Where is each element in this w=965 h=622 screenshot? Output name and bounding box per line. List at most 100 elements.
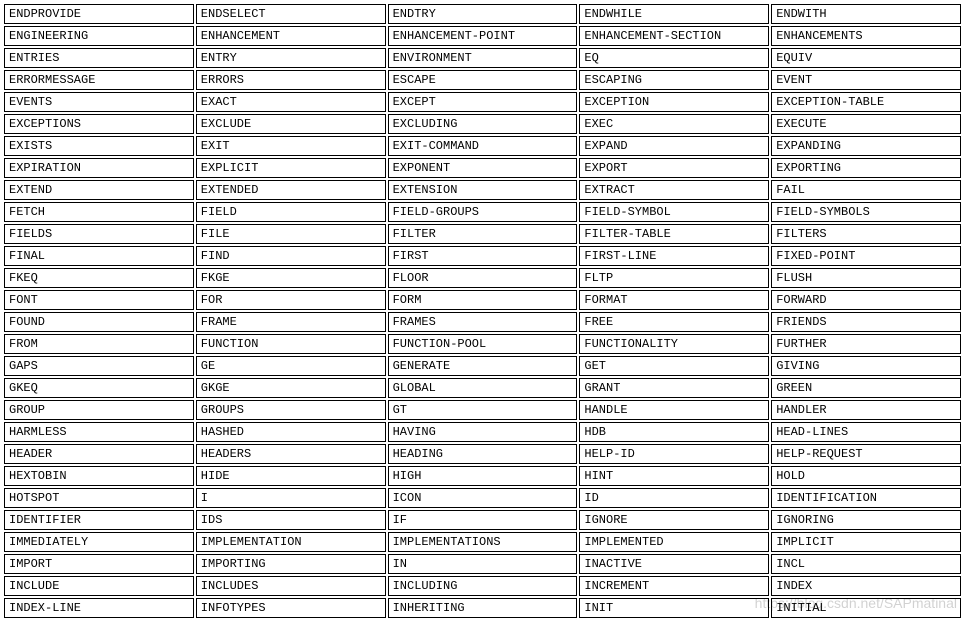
keyword-cell: HARMLESS: [4, 422, 194, 442]
keyword-cell: HEXTOBIN: [4, 466, 194, 486]
keyword-cell: FINAL: [4, 246, 194, 266]
table-row: HOTSPOTIICONIDIDENTIFICATION: [4, 488, 961, 508]
keyword-cell: IGNORING: [771, 510, 961, 530]
keyword-cell: FREE: [579, 312, 769, 332]
table-row: IMPORTIMPORTINGININACTIVEINCL: [4, 554, 961, 574]
table-row: FOUNDFRAMEFRAMESFREEFRIENDS: [4, 312, 961, 332]
keyword-cell: INCLUDE: [4, 576, 194, 596]
keyword-cell: ENDTRY: [388, 4, 578, 24]
keyword-cell: FURTHER: [771, 334, 961, 354]
keyword-cell: EXCEPTIONS: [4, 114, 194, 134]
keyword-cell: EXIT: [196, 136, 386, 156]
table-row: EVENTSEXACTEXCEPTEXCEPTIONEXCEPTION-TABL…: [4, 92, 961, 112]
keyword-cell: FUNCTIONALITY: [579, 334, 769, 354]
keyword-cell: INCLUDING: [388, 576, 578, 596]
keyword-cell: HEADING: [388, 444, 578, 464]
keyword-cell: EXPAND: [579, 136, 769, 156]
keyword-cell: IMPORT: [4, 554, 194, 574]
keyword-cell: GKGE: [196, 378, 386, 398]
keyword-cell: INFOTYPES: [196, 598, 386, 618]
keyword-cell: ENDSELECT: [196, 4, 386, 24]
keyword-cell: ESCAPE: [388, 70, 578, 90]
keyword-cell: HEAD-LINES: [771, 422, 961, 442]
keyword-cell: FOUND: [4, 312, 194, 332]
keyword-cell: FIRST-LINE: [579, 246, 769, 266]
keyword-cell: EXISTS: [4, 136, 194, 156]
keyword-cell: FLUSH: [771, 268, 961, 288]
keyword-cell: ENVIRONMENT: [388, 48, 578, 68]
table-row: FROMFUNCTIONFUNCTION-POOLFUNCTIONALITYFU…: [4, 334, 961, 354]
table-row: FKEQFKGEFLOORFLTPFLUSH: [4, 268, 961, 288]
table-row: FETCHFIELDFIELD-GROUPSFIELD-SYMBOLFIELD-…: [4, 202, 961, 222]
table-row: ERRORMESSAGEERRORSESCAPEESCAPINGEVENT: [4, 70, 961, 90]
keyword-cell: FORWARD: [771, 290, 961, 310]
keyword-cell: HOLD: [771, 466, 961, 486]
keyword-cell: GE: [196, 356, 386, 376]
keyword-cell: GLOBAL: [388, 378, 578, 398]
keyword-cell: EVENT: [771, 70, 961, 90]
keyword-cell: ENHANCEMENT-POINT: [388, 26, 578, 46]
keyword-cell: EXACT: [196, 92, 386, 112]
keyword-cell: FIELD: [196, 202, 386, 222]
table-row: IMMEDIATELYIMPLEMENTATIONIMPLEMENTATIONS…: [4, 532, 961, 552]
keyword-cell: ENHANCEMENT-SECTION: [579, 26, 769, 46]
keyword-cell: GT: [388, 400, 578, 420]
table-row: INDEX-LINEINFOTYPESINHERITINGINITINITIAL: [4, 598, 961, 618]
keyword-cell: FIELD-GROUPS: [388, 202, 578, 222]
keyword-cell: EXPLICIT: [196, 158, 386, 178]
keyword-cell: ENTRIES: [4, 48, 194, 68]
keyword-cell: EXECUTE: [771, 114, 961, 134]
keyword-cell: HANDLER: [771, 400, 961, 420]
keyword-cell: IDS: [196, 510, 386, 530]
keyword-cell: INCL: [771, 554, 961, 574]
keyword-cell: IMPORTING: [196, 554, 386, 574]
keyword-cell: EXTENDED: [196, 180, 386, 200]
keyword-cell: GROUPS: [196, 400, 386, 420]
keyword-cell: GAPS: [4, 356, 194, 376]
keyword-cell: FKGE: [196, 268, 386, 288]
keyword-cell: GET: [579, 356, 769, 376]
keyword-cell: FUNCTION-POOL: [388, 334, 578, 354]
table-row: ENGINEERINGENHANCEMENTENHANCEMENT-POINTE…: [4, 26, 961, 46]
table-row: FIELDSFILEFILTERFILTER-TABLEFILTERS: [4, 224, 961, 244]
keyword-cell: FILTERS: [771, 224, 961, 244]
keyword-cell: INHERITING: [388, 598, 578, 618]
keyword-cell: EXPORTING: [771, 158, 961, 178]
keyword-cell: HDB: [579, 422, 769, 442]
keyword-cell: FUNCTION: [196, 334, 386, 354]
keyword-cell: EXPORT: [579, 158, 769, 178]
keyword-cell: EXPONENT: [388, 158, 578, 178]
keyword-cell: IMPLEMENTED: [579, 532, 769, 552]
keyword-cell: INCREMENT: [579, 576, 769, 596]
table-row: EXTENDEXTENDEDEXTENSIONEXTRACTFAIL: [4, 180, 961, 200]
keyword-cell: HEADERS: [196, 444, 386, 464]
keyword-cell: IGNORE: [579, 510, 769, 530]
keyword-cell: FROM: [4, 334, 194, 354]
table-row: GROUPGROUPSGTHANDLEHANDLER: [4, 400, 961, 420]
keyword-cell: EQ: [579, 48, 769, 68]
keyword-cell: FRAMES: [388, 312, 578, 332]
keyword-cell: ID: [579, 488, 769, 508]
keyword-cell: EXCEPTION: [579, 92, 769, 112]
keyword-cell: EXCLUDING: [388, 114, 578, 134]
table-row: GAPSGEGENERATEGETGIVING: [4, 356, 961, 376]
keyword-cell: HASHED: [196, 422, 386, 442]
table-row: ENTRIESENTRYENVIRONMENTEQEQUIV: [4, 48, 961, 68]
keyword-cell: ENHANCEMENTS: [771, 26, 961, 46]
table-row: ENDPROVIDEENDSELECTENDTRYENDWHILEENDWITH: [4, 4, 961, 24]
keyword-cell: FORMAT: [579, 290, 769, 310]
keyword-cell: FIRST: [388, 246, 578, 266]
keyword-cell: GENERATE: [388, 356, 578, 376]
keyword-cell: FLTP: [579, 268, 769, 288]
keyword-cell: HOTSPOT: [4, 488, 194, 508]
keyword-cell: ENDWHILE: [579, 4, 769, 24]
keyword-cell: GRANT: [579, 378, 769, 398]
keyword-cell: IMPLICIT: [771, 532, 961, 552]
keyword-cell: EXCLUDE: [196, 114, 386, 134]
keyword-cell: INACTIVE: [579, 554, 769, 574]
keyword-cell: EXTRACT: [579, 180, 769, 200]
keyword-cell: FAIL: [771, 180, 961, 200]
keyword-cell: HIGH: [388, 466, 578, 486]
keyword-cell: ERRORMESSAGE: [4, 70, 194, 90]
keyword-cell: IN: [388, 554, 578, 574]
